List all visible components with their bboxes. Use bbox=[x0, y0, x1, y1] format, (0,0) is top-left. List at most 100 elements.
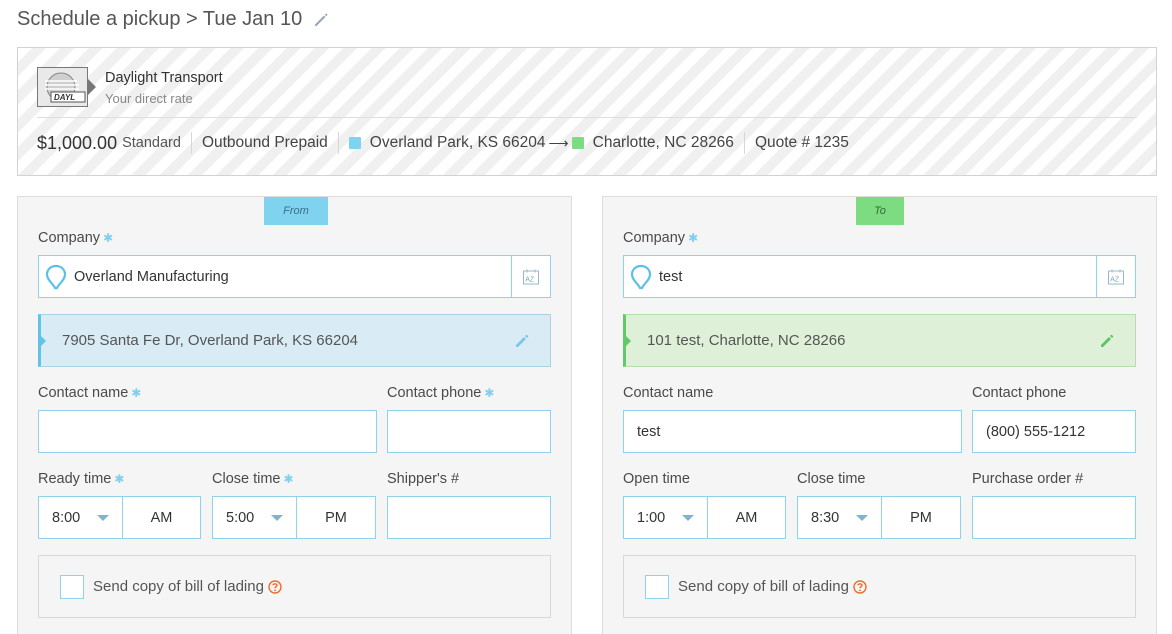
address-display: 101 test, Charlotte, NC 28266 bbox=[623, 314, 1136, 367]
divider bbox=[743, 132, 745, 154]
contact-phone-label-text: Contact phone bbox=[387, 385, 482, 401]
open-time-value: 1:00 bbox=[637, 509, 666, 526]
close-time-ampm-toggle[interactable]: PM bbox=[881, 497, 960, 538]
az-text: AZ bbox=[1110, 276, 1120, 283]
shippers-number-input[interactable] bbox=[387, 496, 551, 539]
pickup-from-panel: From Company ✱ Overland Manufacturing AZ … bbox=[17, 196, 572, 634]
carrier-rate-card: DAYL Daylight Transport Your direct rate… bbox=[17, 47, 1157, 176]
contact-name-input[interactable] bbox=[38, 410, 377, 453]
send-bol-checkbox[interactable] bbox=[645, 574, 669, 599]
chevron-down-icon bbox=[682, 515, 694, 521]
arrow-right-icon: ⟶ bbox=[548, 134, 569, 151]
company-field[interactable]: test AZ bbox=[623, 255, 1136, 298]
close-time-value: 5:00 bbox=[226, 509, 255, 526]
address-text: 7905 Santa Fe Dr, Overland Park, KS 6620… bbox=[62, 332, 359, 349]
contact-phone-input[interactable] bbox=[387, 410, 551, 453]
contact-phone-input[interactable]: (800) 555-1212 bbox=[972, 410, 1136, 453]
divider bbox=[337, 132, 339, 154]
ready-time-dropdown[interactable]: 8:00 bbox=[39, 497, 122, 538]
required-icon: ✱ bbox=[131, 386, 142, 400]
contact-name-label: Contact name ✱ bbox=[38, 385, 141, 401]
bol-option: Send copy of bill of lading bbox=[623, 555, 1136, 618]
send-bol-label[interactable]: Send copy of bill of lading bbox=[93, 578, 264, 595]
required-icon: ✱ bbox=[283, 472, 294, 486]
purchase-order-input[interactable] bbox=[972, 496, 1136, 539]
pencil-icon[interactable] bbox=[1099, 333, 1115, 349]
bol-option: Send copy of bill of lading bbox=[38, 555, 551, 618]
contact-phone-label: Contact phone ✱ bbox=[387, 385, 494, 401]
open-time-select[interactable]: 1:00 AM bbox=[623, 496, 786, 539]
send-bol-label[interactable]: Send copy of bill of lading bbox=[678, 578, 849, 595]
address-book-button[interactable]: AZ bbox=[511, 256, 550, 297]
rate-summary: $1,000.00 Standard Outbound Prepaid Over… bbox=[37, 128, 849, 158]
open-time-ampm-toggle[interactable]: AM bbox=[707, 497, 785, 538]
close-time-ampm-toggle[interactable]: PM bbox=[296, 497, 375, 538]
rate-terms: Outbound Prepaid bbox=[201, 134, 328, 151]
rate-quote-number: Quote # 1235 bbox=[754, 134, 849, 151]
address-book-button[interactable]: AZ bbox=[1096, 256, 1135, 297]
chevron-down-icon bbox=[271, 515, 283, 521]
pencil-icon[interactable] bbox=[312, 11, 330, 29]
required-icon: ✱ bbox=[103, 231, 114, 245]
divider bbox=[190, 132, 192, 154]
send-bol-checkbox[interactable] bbox=[60, 574, 84, 599]
contact-name-label: Contact name bbox=[623, 385, 714, 401]
ready-time-value: 8:00 bbox=[52, 509, 81, 526]
rate-destination: Charlotte, NC 28266 bbox=[592, 134, 734, 151]
question-icon[interactable] bbox=[853, 579, 867, 594]
page-title: Schedule a pickup > Tue Jan 10 bbox=[17, 8, 330, 31]
purchase-order-label: Purchase order # bbox=[972, 471, 1084, 487]
rate-price: $1,000.00 bbox=[37, 132, 118, 153]
open-time-label: Open time bbox=[623, 471, 690, 487]
close-time-dropdown[interactable]: 5:00 bbox=[213, 497, 296, 538]
origin-color-swatch bbox=[348, 137, 361, 149]
close-time-dropdown[interactable]: 8:30 bbox=[798, 497, 881, 538]
rate-origin: Overland Park, KS 66204 bbox=[369, 134, 546, 151]
ready-time-label-text: Ready time bbox=[38, 471, 112, 487]
company-label: Company ✱ bbox=[623, 230, 698, 246]
contact-phone-label: Contact phone bbox=[972, 385, 1067, 401]
address-book-icon: AZ bbox=[523, 269, 539, 284]
carrier-name: Daylight Transport bbox=[105, 70, 223, 86]
contact-name-label-text: Contact name bbox=[38, 385, 129, 401]
ready-time-label: Ready time ✱ bbox=[38, 471, 124, 487]
carrier-logo: DAYL bbox=[37, 67, 96, 107]
close-time-select[interactable]: 5:00 PM bbox=[212, 496, 376, 539]
address-notch bbox=[40, 335, 46, 347]
shippers-number-label: Shipper's # bbox=[387, 471, 460, 487]
to-tag: To bbox=[856, 197, 904, 225]
required-icon: ✱ bbox=[484, 386, 495, 400]
close-time-label-text: Close time bbox=[212, 471, 281, 487]
close-time-label: Close time ✱ bbox=[212, 471, 294, 487]
address-display: 7905 Santa Fe Dr, Overland Park, KS 6620… bbox=[38, 314, 551, 367]
chevron-down-icon bbox=[856, 515, 868, 521]
company-input[interactable]: test bbox=[659, 269, 1096, 285]
address-notch bbox=[625, 335, 631, 347]
company-field[interactable]: Overland Manufacturing AZ bbox=[38, 255, 551, 298]
close-time-select[interactable]: 8:30 PM bbox=[797, 496, 961, 539]
delivery-to-panel: To Company ✱ test AZ 101 test, Charlotte,… bbox=[602, 196, 1157, 634]
company-label-text: Company bbox=[38, 230, 101, 246]
carrier-subtitle: Your direct rate bbox=[105, 91, 193, 106]
map-pin-icon bbox=[45, 264, 67, 289]
question-icon[interactable] bbox=[268, 579, 282, 594]
pencil-icon[interactable] bbox=[514, 333, 530, 349]
az-text: AZ bbox=[525, 276, 535, 283]
required-icon: ✱ bbox=[688, 231, 699, 245]
contact-name-input[interactable]: test bbox=[623, 410, 962, 453]
chevron-down-icon bbox=[97, 515, 109, 521]
ready-time-select[interactable]: 8:00 AM bbox=[38, 496, 201, 539]
company-label-text: Company bbox=[623, 230, 686, 246]
address-text: 101 test, Charlotte, NC 28266 bbox=[647, 332, 846, 349]
ready-time-ampm-toggle[interactable]: AM bbox=[122, 497, 200, 538]
required-icon: ✱ bbox=[114, 472, 125, 486]
map-pin-icon bbox=[630, 264, 652, 289]
destination-color-swatch bbox=[571, 137, 584, 149]
company-label: Company ✱ bbox=[38, 230, 113, 246]
divider bbox=[37, 117, 1137, 118]
page-title-text: Schedule a pickup > Tue Jan 10 bbox=[17, 8, 303, 30]
from-tag: From bbox=[264, 197, 328, 225]
company-input[interactable]: Overland Manufacturing bbox=[74, 269, 511, 285]
open-time-dropdown[interactable]: 1:00 bbox=[624, 497, 707, 538]
close-time-value: 8:30 bbox=[811, 509, 840, 526]
